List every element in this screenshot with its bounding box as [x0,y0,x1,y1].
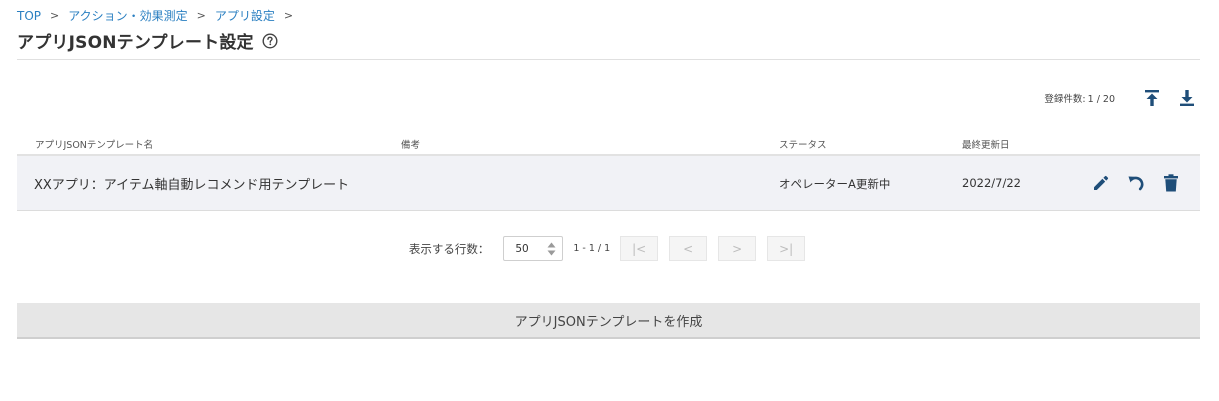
question-circle-icon[interactable] [262,32,278,49]
header-divider [17,59,1200,60]
template-table: アプリJSONテンプレート名 備考 ステータス 最終更新日 XXアプリ：アイテム… [17,132,1200,211]
next-page-button[interactable]: > [718,236,757,261]
breadcrumb-separator: > [50,9,60,22]
create-template-button[interactable]: アプリJSONテンプレートを作成 [17,303,1200,339]
download-icon[interactable] [1178,88,1196,108]
breadcrumb-separator: > [196,9,206,22]
rows-per-page-stepper[interactable]: 50 [503,236,564,261]
breadcrumb-top[interactable]: TOP [17,9,41,23]
undo-icon[interactable] [1126,173,1146,193]
table-row[interactable]: XXアプリ：アイテム軸自動レコメンド用テンプレート オペレーターA更新中 202… [17,156,1200,211]
rows-per-page-value: 50 [515,242,529,255]
template-updated: 2022/7/22 [962,176,1021,190]
edit-icon[interactable] [1091,173,1111,193]
column-header-note: 備考 [401,140,421,151]
table-header: アプリJSONテンプレート名 備考 ステータス 最終更新日 [17,132,1200,156]
column-header-status: ステータス [779,140,827,151]
delete-icon[interactable] [1161,173,1181,193]
breadcrumb-app-settings[interactable]: アプリ設定 [215,7,275,24]
record-count-label: 登録件数: [1044,94,1086,105]
template-name: XXアプリ：アイテム軸自動レコメンド用テンプレート [34,178,350,193]
first-page-button[interactable]: |< [620,236,659,261]
column-header-name: アプリJSONテンプレート名 [35,140,154,151]
breadcrumb-separator: > [283,9,294,22]
breadcrumb: TOP > アクション・効果測定 > アプリ設定 > [17,7,302,24]
template-status: オペレーターA更新中 [779,177,891,191]
pagination: 表示する行数： 50 1 - 1 / 1 |< < > >| [0,236,1219,261]
spin-arrows-icon[interactable] [547,242,556,256]
previous-page-button[interactable]: < [669,236,708,261]
record-count-value: 1 / 20 [1087,94,1115,105]
rows-per-page-label: 表示する行数： [408,241,490,256]
title-row: アプリJSONテンプレート設定 [17,28,278,53]
summary-bar: 登録件数: 1 / 20 [1042,88,1196,108]
last-page-button[interactable]: >| [767,236,806,261]
pagination-controls: 表示する行数： 50 1 - 1 / 1 |< < > >| [409,236,816,261]
page-title: アプリJSONテンプレート設定 [17,33,254,53]
upload-icon[interactable] [1143,88,1161,108]
record-count: 登録件数: 1 / 20 [1042,91,1115,105]
breadcrumb-action-measurement[interactable]: アクション・効果測定 [68,7,187,24]
page-range: 1 - 1 / 1 [573,243,611,254]
column-header-updated: 最終更新日 [962,140,1010,151]
row-actions [1091,173,1181,193]
